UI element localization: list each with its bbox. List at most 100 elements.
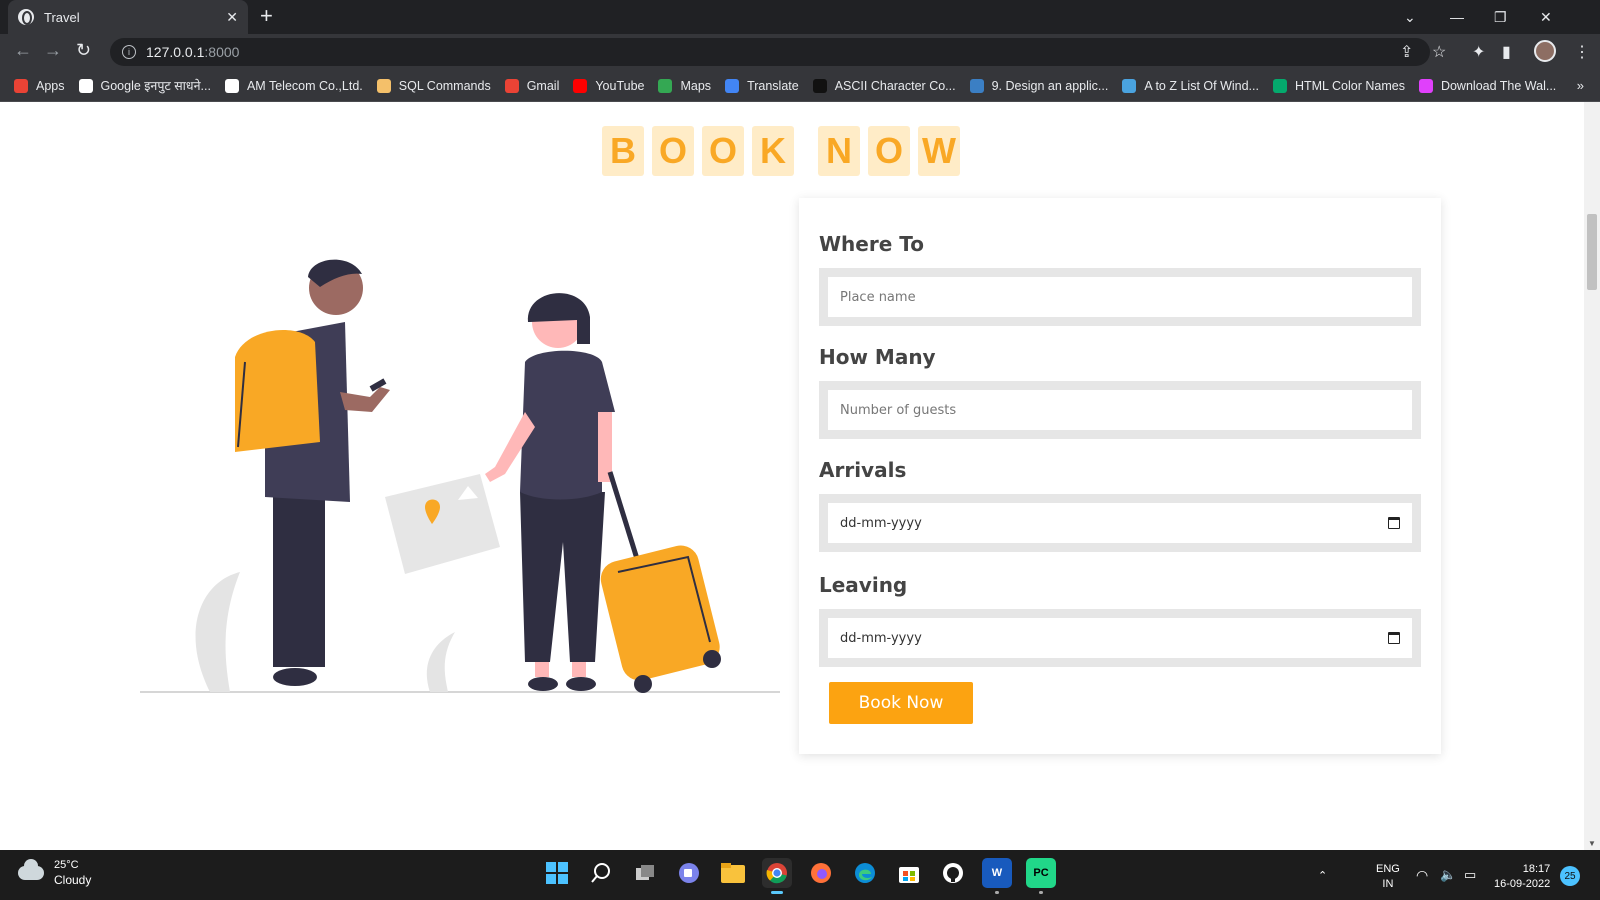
travelers-illustration	[140, 259, 780, 693]
tab-close-icon[interactable]: ✕	[226, 9, 238, 26]
bookmark-item[interactable]: Maps	[658, 78, 711, 93]
chrome-icon[interactable]	[762, 858, 792, 894]
where-to-field-box	[819, 268, 1421, 326]
github-icon[interactable]	[938, 858, 968, 888]
bookmark-label: YouTube	[595, 78, 645, 93]
reload-icon[interactable]: ↻	[76, 40, 91, 61]
extensions-puzzle-icon[interactable]: ✦	[1472, 42, 1485, 62]
side-panel-icon[interactable]: ▮	[1502, 42, 1511, 62]
task-view-icon[interactable]	[630, 858, 660, 888]
tab-title: Travel	[44, 9, 80, 25]
bookmark-favicon-icon	[573, 78, 588, 93]
windows-start-icon[interactable]	[542, 858, 572, 888]
bookmarks-overflow-icon[interactable]: »	[1577, 78, 1584, 93]
how-many-label: How Many	[819, 345, 936, 369]
bookmark-item[interactable]: 9. Design an applic...	[969, 78, 1108, 93]
calendar-icon[interactable]	[1388, 632, 1400, 644]
heading-letter: W	[918, 126, 960, 176]
bookmark-item[interactable]: Gmail	[504, 78, 559, 93]
profile-avatar[interactable]	[1534, 40, 1556, 62]
man-backpack	[235, 330, 320, 452]
edge-icon[interactable]	[850, 858, 880, 888]
bookmark-item[interactable]: SQL Commands	[376, 78, 491, 93]
place-name-input[interactable]	[828, 277, 1412, 317]
bookmark-item[interactable]: Google इनपुट साधने...	[78, 77, 211, 94]
book-now-button[interactable]: Book Now	[829, 682, 973, 724]
arrivals-date-input[interactable]: dd-mm-yyyy	[828, 503, 1412, 543]
bookmark-item[interactable]: HTML Color Names	[1272, 78, 1405, 93]
battery-icon[interactable]: ▭	[1464, 850, 1476, 900]
back-arrow-icon[interactable]: ←	[14, 40, 32, 61]
system-clock[interactable]: 18:17 16-09-2022	[1494, 862, 1550, 892]
taskbar-apps: W PC	[542, 858, 1070, 894]
search-icon[interactable]	[586, 858, 616, 888]
volume-muted-icon[interactable]: 🔈	[1440, 850, 1456, 900]
bookmark-item[interactable]: Apps	[14, 78, 65, 93]
bookmark-item[interactable]: Translate	[725, 78, 799, 93]
pycharm-icon[interactable]: PC	[1026, 858, 1056, 894]
bookmark-label: ASCII Character Co...	[834, 78, 956, 93]
man-legs	[273, 487, 325, 667]
bookmark-item[interactable]: Download The Wal...	[1418, 78, 1556, 93]
tab-search-icon[interactable]: ⌄	[1404, 0, 1416, 34]
bookmark-label: Translate	[747, 78, 799, 93]
weather-widget[interactable]: 25°C Cloudy	[18, 858, 91, 888]
heading-letter: O	[652, 126, 694, 176]
forward-arrow-icon[interactable]: →	[44, 40, 62, 61]
arrivals-date-value: dd-mm-yyyy	[840, 515, 922, 531]
url-field[interactable]: i 127.0.0.1:8000	[110, 38, 1430, 66]
bookmark-label: HTML Color Names	[1294, 78, 1405, 93]
microsoft-store-icon[interactable]	[894, 858, 924, 888]
bookmark-favicon-icon	[812, 78, 827, 93]
tab-travel[interactable]: Travel ✕	[8, 0, 248, 34]
bookmark-item[interactable]: ASCII Character Co...	[812, 78, 956, 93]
share-icon[interactable]: ⇪	[1400, 42, 1413, 62]
leaving-date-input[interactable]: dd-mm-yyyy	[828, 618, 1412, 658]
scroll-down-arrow-icon[interactable]: ▼	[1588, 839, 1596, 848]
window-close-icon[interactable]: ✕	[1540, 0, 1552, 34]
heading-letter: K	[752, 126, 794, 176]
bookmark-label: AM Telecom Co.,Ltd.	[246, 78, 363, 93]
notification-badge[interactable]: 25	[1560, 866, 1580, 886]
language-indicator[interactable]: ENG IN	[1376, 862, 1400, 892]
firefox-icon[interactable]	[806, 858, 836, 888]
bookmark-item[interactable]: YouTube	[573, 78, 645, 93]
book-now-heading: B O O K N O W	[602, 126, 968, 176]
scrollbar-thumb[interactable]	[1587, 214, 1597, 290]
bookmark-favicon-icon	[1272, 78, 1287, 93]
url-host: 127.0.0.1	[146, 44, 205, 60]
weather-condition: Cloudy	[54, 873, 92, 887]
woman-legs	[520, 492, 605, 662]
where-to-label: Where To	[819, 232, 924, 256]
site-info-icon[interactable]: i	[122, 45, 136, 59]
bookmark-label: Apps	[36, 78, 65, 93]
booking-form-card: Where To How Many Arrivals dd-mm-yyyy Le…	[799, 198, 1441, 754]
heading-gap	[802, 126, 818, 176]
show-hidden-icons-chevron-icon[interactable]: ⌃	[1318, 850, 1327, 900]
man-shoe	[273, 668, 317, 686]
file-explorer-icon[interactable]	[718, 858, 748, 888]
teams-chat-icon[interactable]	[674, 858, 704, 888]
calendar-icon[interactable]	[1388, 517, 1400, 529]
guests-input[interactable]	[828, 390, 1412, 430]
bookmark-item[interactable]: A to Z List Of Wind...	[1122, 78, 1259, 93]
minimize-icon[interactable]: —	[1450, 0, 1464, 34]
leaving-field-box: dd-mm-yyyy	[819, 609, 1421, 667]
bookmark-favicon-icon	[224, 78, 239, 93]
globe-icon	[18, 9, 34, 25]
restore-icon[interactable]: ❐	[1494, 0, 1507, 34]
word-icon[interactable]: W	[982, 858, 1012, 894]
arrivals-label: Arrivals	[819, 458, 907, 482]
lang-bottom: IN	[1382, 878, 1394, 890]
menu-kebab-icon[interactable]: ⋮	[1574, 42, 1590, 62]
page-scrollbar[interactable]: ▼	[1584, 102, 1600, 850]
bookmark-favicon-icon	[725, 78, 740, 93]
bookmark-item[interactable]: AM Telecom Co.,Ltd.	[224, 78, 363, 93]
bookmark-star-icon[interactable]: ☆	[1432, 42, 1446, 62]
map-paper	[385, 474, 500, 574]
clock-time: 18:17	[1522, 863, 1551, 875]
wifi-icon[interactable]: ◠	[1416, 850, 1428, 900]
leaving-label: Leaving	[819, 573, 908, 597]
address-bar-row: ← → ↻ i 127.0.0.1:8000 ⇪ ☆ ✦ ▮ ⋮	[0, 34, 1600, 70]
new-tab-button[interactable]: +	[260, 4, 273, 28]
